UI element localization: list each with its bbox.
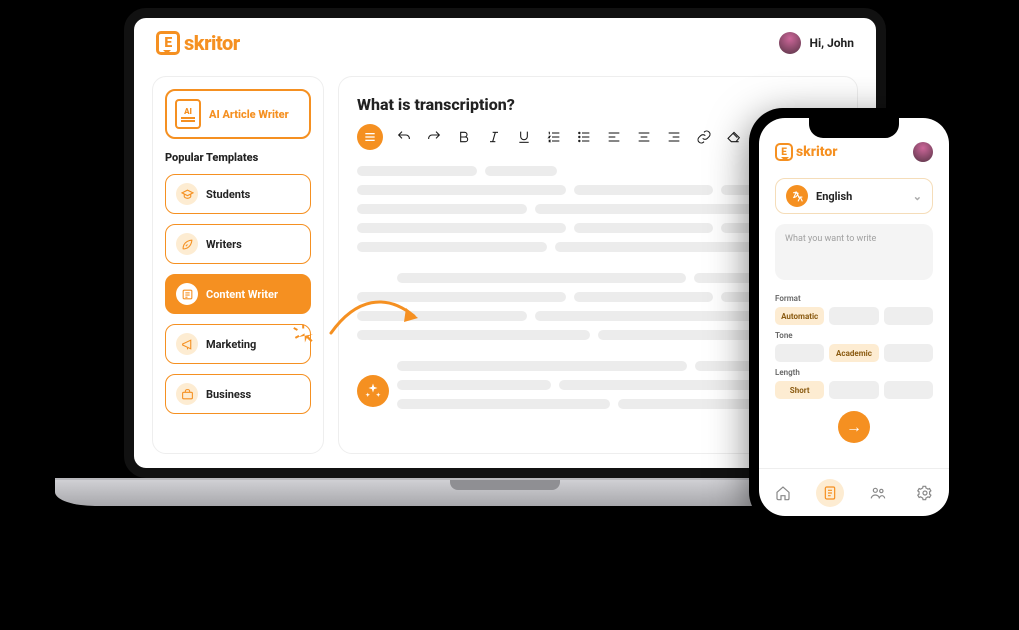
menu-icon[interactable] <box>357 124 383 150</box>
template-label: Business <box>206 388 251 401</box>
phone-mockup: E skritor English ⌄ What you want to wri… <box>749 108 959 526</box>
nav-team-icon[interactable] <box>864 479 892 507</box>
length-chip[interactable] <box>884 381 933 399</box>
phone-avatar[interactable] <box>913 142 933 162</box>
chevron-down-icon: ⌄ <box>913 190 922 203</box>
template-marketing[interactable]: Marketing <box>165 324 311 364</box>
business-icon <box>176 383 198 405</box>
greeting: Hi, John <box>809 36 854 50</box>
length-label: Length <box>775 368 933 377</box>
format-chip[interactable] <box>829 307 878 325</box>
align-center-icon[interactable] <box>635 129 653 145</box>
popular-templates-title: Popular Templates <box>165 151 311 164</box>
tone-chip-academic[interactable]: Academic <box>829 344 878 362</box>
marketing-icon <box>176 333 198 355</box>
template-content-writer[interactable]: Content Writer <box>165 274 311 314</box>
bold-icon[interactable] <box>455 129 473 145</box>
tone-chip[interactable] <box>884 344 933 362</box>
brand-logo[interactable]: E skritor <box>156 31 240 55</box>
phone-bottom-nav <box>759 468 949 516</box>
content-writer-icon <box>176 283 198 305</box>
nav-documents-icon[interactable] <box>816 479 844 507</box>
format-chip[interactable] <box>884 307 933 325</box>
user-chip[interactable]: Hi, John <box>779 32 854 54</box>
template-label: Writers <box>206 238 242 251</box>
nav-settings-icon[interactable] <box>911 479 939 507</box>
template-students[interactable]: Students <box>165 174 311 214</box>
writers-icon <box>176 233 198 255</box>
phone-brand-name: skritor <box>796 144 837 160</box>
tone-options: Academic <box>775 344 933 362</box>
nav-home-icon[interactable] <box>769 479 797 507</box>
align-right-icon[interactable] <box>665 129 683 145</box>
phone-brand-logo[interactable]: E skritor <box>775 143 837 161</box>
length-chip-short[interactable]: Short <box>775 381 824 399</box>
prompt-placeholder: What you want to write <box>785 234 876 244</box>
phone-screen: E skritor English ⌄ What you want to wri… <box>759 118 949 516</box>
italic-icon[interactable] <box>485 129 503 145</box>
underline-icon[interactable] <box>515 129 533 145</box>
translate-icon <box>786 185 808 207</box>
header: E skritor Hi, John <box>134 18 876 68</box>
length-chip[interactable] <box>829 381 878 399</box>
format-label: Format <box>775 294 933 303</box>
ai-generate-fab[interactable] <box>357 375 389 407</box>
avatar <box>779 32 801 54</box>
template-business[interactable]: Business <box>165 374 311 414</box>
ordered-list-icon[interactable] <box>545 129 563 145</box>
bullet-list-icon[interactable] <box>575 129 593 145</box>
ai-writer-label: AI Article Writer <box>209 108 289 121</box>
tone-label: Tone <box>775 331 933 340</box>
ai-article-writer-card[interactable]: AI AI Article Writer <box>165 89 311 139</box>
align-left-icon[interactable] <box>605 129 623 145</box>
prompt-input[interactable]: What you want to write <box>775 224 933 280</box>
link-icon[interactable] <box>695 129 713 145</box>
ai-doc-icon: AI <box>175 99 201 129</box>
format-options: Automatic <box>775 307 933 325</box>
students-icon <box>176 183 198 205</box>
template-label: Students <box>206 188 250 201</box>
sidebar: AI AI Article Writer Popular Templates S… <box>152 76 324 454</box>
undo-icon[interactable] <box>395 129 413 145</box>
erase-icon[interactable] <box>725 129 743 145</box>
tone-chip[interactable] <box>775 344 824 362</box>
format-chip-automatic[interactable]: Automatic <box>775 307 824 325</box>
brand-name: skritor <box>184 31 240 55</box>
redo-icon[interactable] <box>425 129 443 145</box>
template-writers[interactable]: Writers <box>165 224 311 264</box>
logo-mark-icon: E <box>156 31 180 55</box>
template-label: Content Writer <box>206 288 278 301</box>
generate-button[interactable]: → <box>838 411 870 443</box>
logo-mark-icon: E <box>775 143 793 161</box>
language-label: English <box>816 190 852 203</box>
language-selector[interactable]: English ⌄ <box>775 178 933 214</box>
template-label: Marketing <box>206 338 256 351</box>
length-options: Short <box>775 381 933 399</box>
